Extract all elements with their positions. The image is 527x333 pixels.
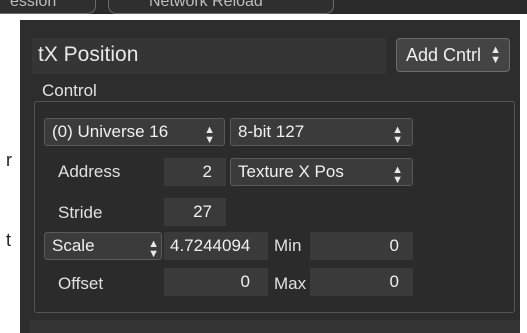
- chevron-updown-icon: ▲ ▼: [204, 124, 215, 146]
- next-panel-edge: [30, 320, 520, 333]
- page-title: tX Position: [38, 43, 139, 66]
- stride-label: Stride: [58, 203, 103, 222]
- min-label: Min: [274, 236, 302, 255]
- left-edge-char-r: r: [6, 150, 12, 170]
- stride-value: 27: [193, 202, 212, 221]
- offset-value: 0: [240, 272, 250, 291]
- chevron-updown-icon: ▲ ▼: [392, 124, 403, 146]
- texture-select-value: Texture X Pos: [238, 162, 344, 181]
- tab-session-label: ession: [10, 0, 57, 10]
- scale-select-value: Scale: [52, 236, 95, 255]
- address-value: 2: [202, 162, 212, 181]
- scale-value-field[interactable]: 4.7244094: [164, 232, 268, 260]
- chevron-updown-icon: ▲ ▼: [490, 44, 501, 66]
- universe-select-value: (0) Universe 16: [52, 122, 169, 141]
- stride-field[interactable]: 27: [164, 198, 226, 226]
- tab-network-reload[interactable]: Network Reload: [108, 0, 334, 14]
- address-field[interactable]: 2: [164, 158, 226, 186]
- scale-select[interactable]: Scale ▲ ▼: [44, 232, 162, 260]
- bit-select-value: 8-bit 127: [238, 122, 305, 141]
- texture-select[interactable]: Texture X Pos ▲ ▼: [230, 158, 413, 186]
- max-field[interactable]: 0: [310, 268, 413, 296]
- section-label: Control: [42, 81, 97, 100]
- max-label: Max: [274, 274, 307, 293]
- left-edge-char-t: t: [6, 230, 12, 250]
- tab-network-reload-label: Network Reload: [149, 0, 263, 10]
- universe-select[interactable]: (0) Universe 16 ▲ ▼: [44, 118, 225, 146]
- chevron-updown-icon: ▲ ▼: [148, 238, 159, 260]
- scale-value: 4.7244094: [170, 236, 251, 255]
- add-control-label: Add Cntrl: [406, 45, 482, 65]
- min-field[interactable]: 0: [310, 232, 413, 260]
- tab-session[interactable]: ession: [0, 0, 96, 14]
- bit-select[interactable]: 8-bit 127 ▲ ▼: [230, 118, 413, 146]
- max-value: 0: [389, 272, 399, 291]
- offset-label: Offset: [58, 274, 104, 293]
- chevron-updown-icon: ▲ ▼: [392, 164, 403, 186]
- min-value: 0: [389, 236, 399, 255]
- add-control-button[interactable]: Add Cntrl ▲ ▼: [396, 38, 510, 72]
- address-label: Address: [58, 162, 121, 181]
- offset-field[interactable]: 0: [164, 268, 268, 296]
